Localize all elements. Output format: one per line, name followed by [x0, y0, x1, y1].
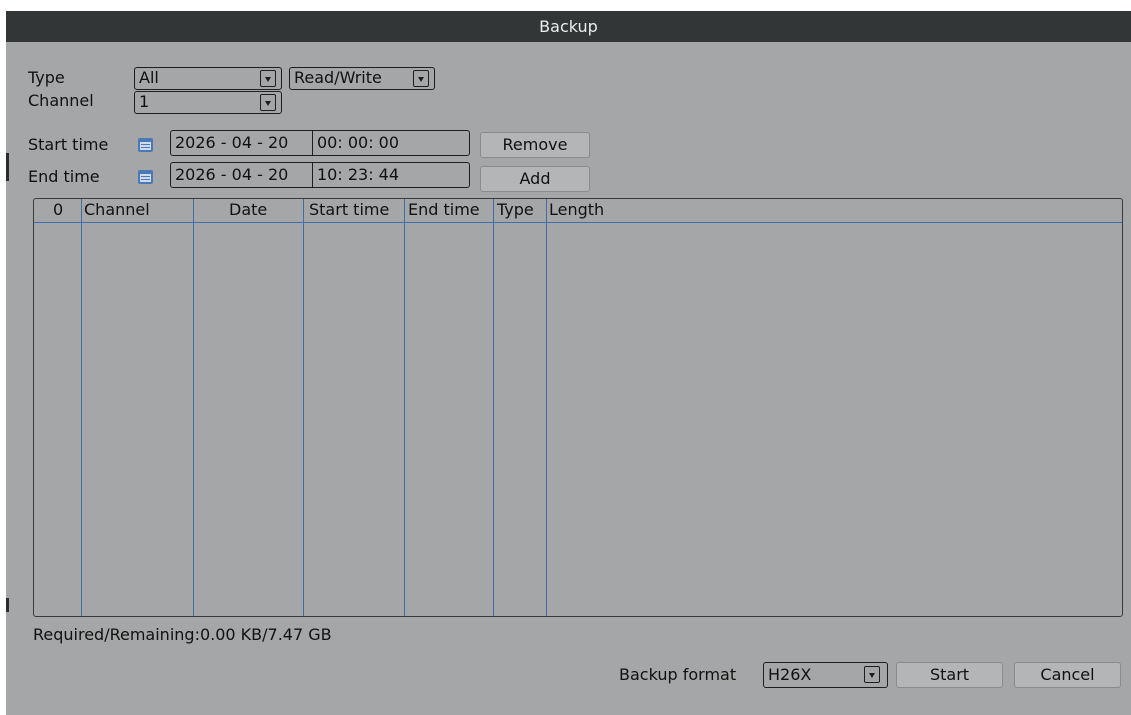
start-time-label: Start time — [28, 135, 109, 154]
channel-select[interactable]: 1 — [134, 91, 282, 114]
left-edge-marker — [6, 153, 9, 181]
column-divider — [404, 199, 405, 616]
column-header-end-time[interactable]: End time — [408, 199, 480, 221]
column-divider — [81, 199, 82, 616]
backup-format-label: Backup format — [619, 665, 737, 684]
end-time-value[interactable]: 10: 23: 44 — [317, 165, 399, 185]
column-header-channel[interactable]: Channel — [84, 199, 150, 221]
start-time-value[interactable]: 00: 00: 00 — [317, 133, 399, 153]
column-divider — [493, 199, 494, 616]
column-header-date[interactable]: Date — [229, 199, 267, 221]
start-date-value[interactable]: 2026 - 04 - 20 — [175, 133, 288, 153]
backup-record-table[interactable]: 0 Channel Date Start time End time Type … — [33, 198, 1123, 617]
column-header-index[interactable]: 0 — [53, 199, 63, 221]
backup-format-value: H26X — [768, 665, 812, 684]
add-button[interactable]: Add — [480, 166, 590, 192]
end-time-label: End time — [28, 167, 100, 186]
remove-button[interactable]: Remove — [480, 132, 590, 158]
dialog-title-bar: Backup — [6, 11, 1131, 42]
field-divider — [312, 131, 313, 155]
chevron-down-icon[interactable] — [413, 70, 429, 87]
column-divider — [193, 199, 194, 616]
dialog-title: Backup — [539, 17, 598, 36]
left-edge-marker — [6, 598, 9, 612]
storage-status: Required/Remaining:0.00 KB/7.47 GB — [33, 625, 332, 644]
start-button[interactable]: Start — [896, 662, 1003, 688]
column-divider — [303, 199, 304, 616]
channel-label: Channel — [28, 91, 94, 110]
type-select[interactable]: All — [134, 67, 282, 90]
chevron-down-icon[interactable] — [864, 666, 880, 683]
column-header-length[interactable]: Length — [549, 199, 604, 221]
cancel-button[interactable]: Cancel — [1014, 662, 1121, 688]
calendar-icon[interactable] — [138, 170, 153, 184]
chevron-down-icon[interactable] — [260, 94, 276, 111]
end-date-value[interactable]: 2026 - 04 - 20 — [175, 165, 288, 185]
calendar-icon[interactable] — [138, 138, 153, 152]
end-datetime-field[interactable]: 2026 - 04 - 20 10: 23: 44 — [170, 162, 470, 188]
field-divider — [312, 163, 313, 187]
mode-select-value: Read/Write — [294, 68, 382, 87]
chevron-down-icon[interactable] — [260, 70, 276, 87]
start-datetime-field[interactable]: 2026 - 04 - 20 00: 00: 00 — [170, 130, 470, 156]
channel-select-value: 1 — [139, 92, 150, 111]
backup-dialog: Backup Type All Read/Write Channel 1 Sta… — [6, 11, 1131, 715]
backup-format-select[interactable]: H26X — [763, 662, 888, 688]
mode-select[interactable]: Read/Write — [289, 67, 435, 90]
header-separator — [34, 222, 1122, 223]
type-label: Type — [28, 68, 65, 87]
type-select-value: All — [139, 68, 159, 87]
column-header-type[interactable]: Type — [497, 199, 534, 221]
column-header-start-time[interactable]: Start time — [309, 199, 389, 221]
column-divider — [546, 199, 547, 616]
